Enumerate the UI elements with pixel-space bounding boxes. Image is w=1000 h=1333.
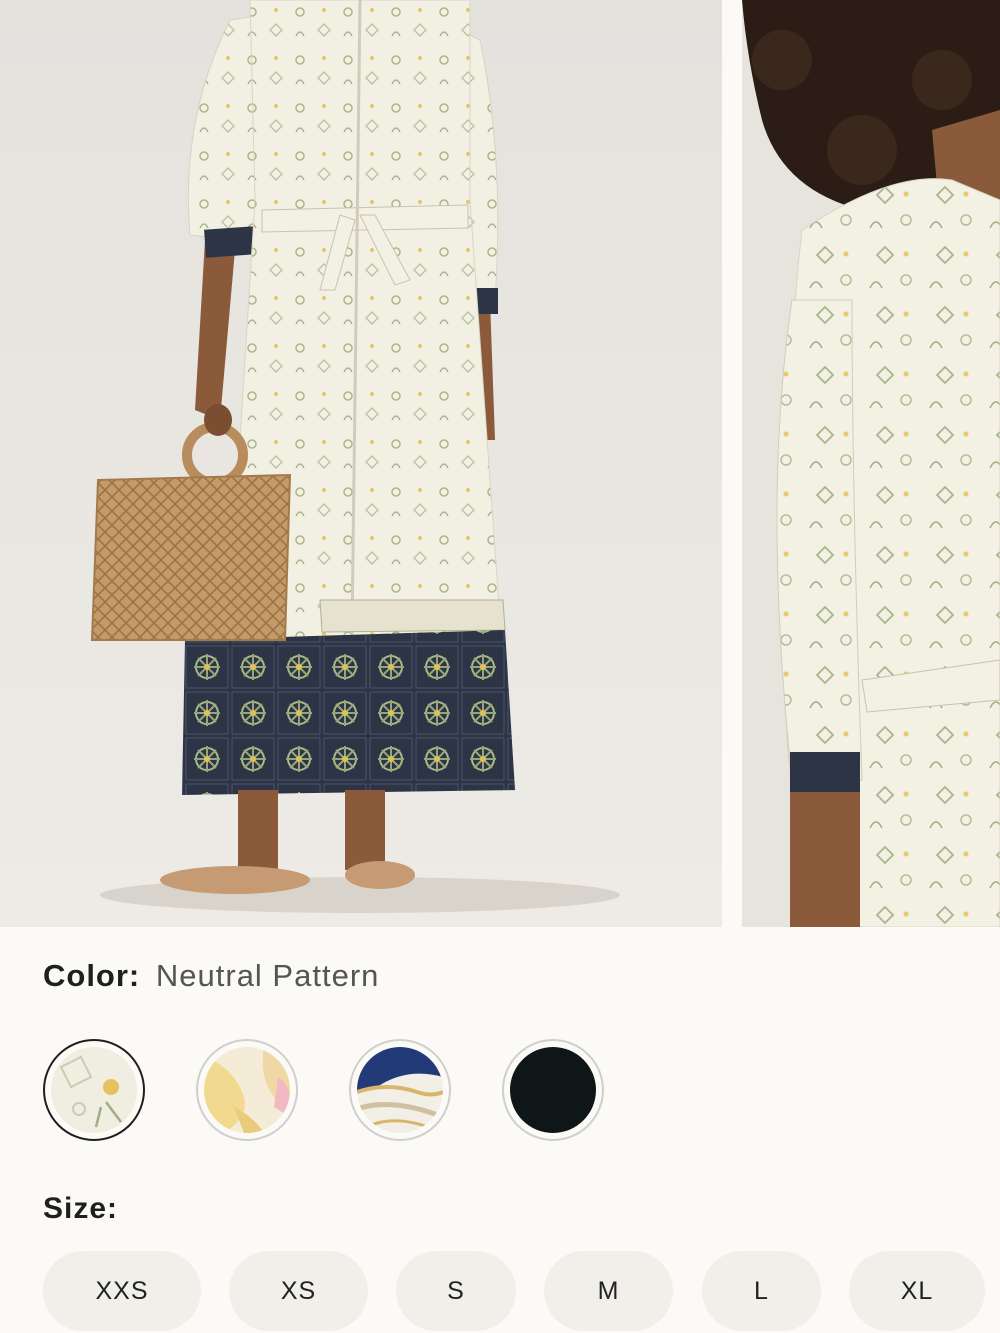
color-swatch-black-solid[interactable] — [502, 1039, 604, 1141]
black-solid-swatch-icon — [510, 1047, 596, 1133]
color-label: Color: — [43, 958, 141, 993]
size-option-m[interactable]: M — [544, 1251, 673, 1331]
color-swatch-list — [43, 1039, 643, 1141]
size-option-xl[interactable]: XL — [849, 1251, 985, 1331]
size-option-xxs[interactable]: XXS — [43, 1251, 201, 1331]
color-swatch-neutral-pattern[interactable] — [43, 1039, 145, 1141]
size-option-s[interactable]: S — [396, 1251, 516, 1331]
blue-marble-pattern-swatch-icon — [357, 1047, 443, 1133]
selected-color-name: Neutral Pattern — [155, 958, 380, 993]
color-swatch-blue-marble-pattern[interactable] — [349, 1039, 451, 1141]
yellow-pink-pattern-swatch-icon — [204, 1047, 290, 1133]
size-option-l[interactable]: L — [702, 1251, 821, 1331]
neutral-pattern-swatch-icon — [51, 1047, 137, 1133]
color-swatch-yellow-pink-pattern[interactable] — [196, 1039, 298, 1141]
dress-detail-illustration — [742, 0, 1000, 927]
size-label: Size: — [43, 1192, 119, 1225]
product-photo-full-length[interactable] — [0, 0, 722, 927]
size-option-xs[interactable]: XS — [229, 1251, 368, 1331]
product-photo-detail[interactable] — [742, 0, 1000, 927]
product-image-gallery[interactable] — [0, 0, 1000, 927]
model-dress-illustration — [0, 0, 722, 927]
color-label-row: Color: Neutral Pattern — [43, 958, 379, 994]
